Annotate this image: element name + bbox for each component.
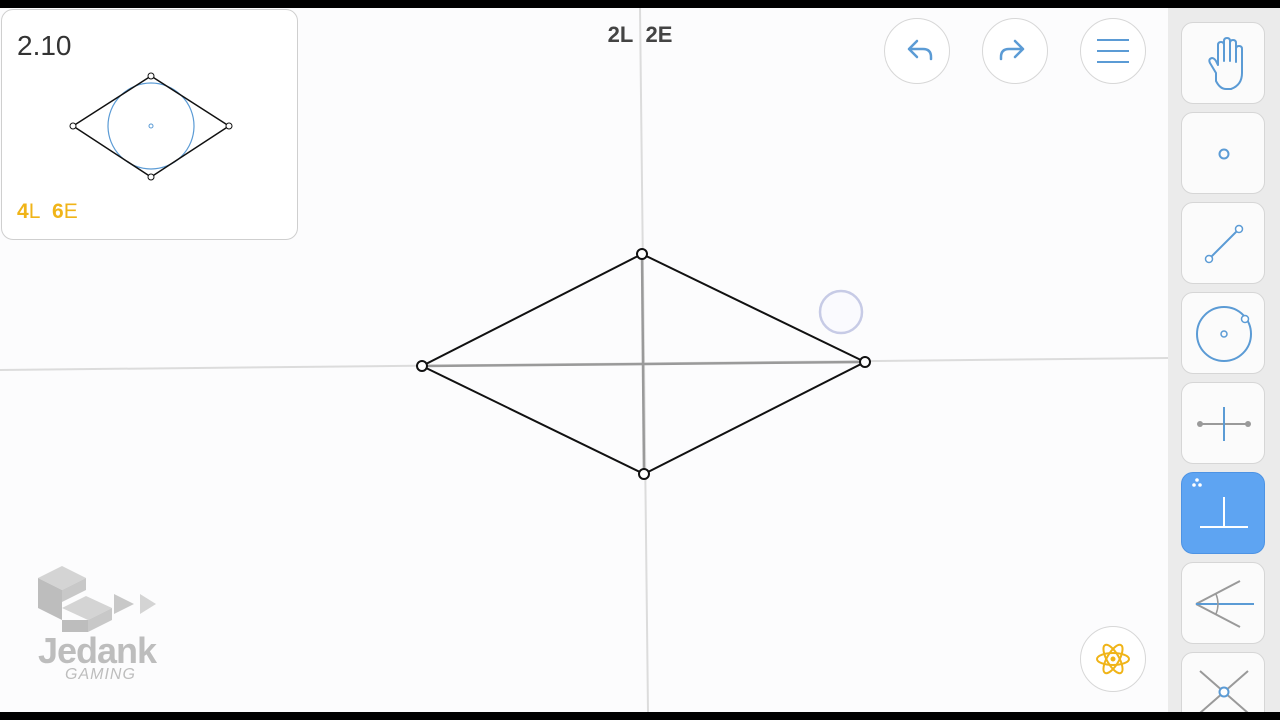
tool-circle[interactable] xyxy=(1181,292,1265,374)
line-icon xyxy=(1204,224,1244,264)
goal-elements-count: 6 xyxy=(52,200,64,223)
tool-perpendicular[interactable] xyxy=(1181,472,1265,554)
menu-button[interactable] xyxy=(1080,18,1146,84)
menu-icon xyxy=(1097,39,1129,63)
tool-line[interactable] xyxy=(1181,202,1265,284)
intersection-icon xyxy=(1199,670,1249,712)
game-screen: 2.10 4L 6E 2L 2E Jedank GAMING xyxy=(0,8,1280,712)
current-lines: 2L xyxy=(607,22,634,47)
tool-angle-bisector[interactable] xyxy=(1181,562,1265,644)
current-elements: 2E xyxy=(645,22,673,47)
vertex-point-right[interactable] xyxy=(859,356,871,368)
point-icon xyxy=(1218,148,1230,160)
angle-bisector-icon xyxy=(1195,580,1254,628)
vertex-point-top[interactable] xyxy=(636,248,648,260)
circle-icon xyxy=(1196,306,1252,362)
tool-bar xyxy=(1168,8,1280,712)
redo-icon xyxy=(999,39,1025,61)
goal-score: 4L 6E xyxy=(17,200,78,224)
redo-button[interactable] xyxy=(982,18,1048,84)
undo-button[interactable] xyxy=(884,18,950,84)
perpendicular-icon xyxy=(1192,478,1248,528)
goal-elements-unit: E xyxy=(63,200,78,223)
goal-lines-count: 4 xyxy=(17,200,29,223)
current-score: 2L 2E xyxy=(600,22,680,48)
hand-icon xyxy=(1208,37,1243,90)
hint-button[interactable] xyxy=(1080,626,1146,692)
tool-perpendicular-bisector[interactable] xyxy=(1181,382,1265,464)
tool-intersection[interactable] xyxy=(1181,652,1265,712)
undo-icon xyxy=(907,39,933,61)
goal-vertex-top xyxy=(147,72,155,80)
goal-lines-unit: L xyxy=(28,200,41,223)
watermark-subtitle: GAMING xyxy=(65,666,136,683)
vertex-point-bottom[interactable] xyxy=(638,468,650,480)
goal-center-point xyxy=(148,123,154,129)
goal-vertex-right xyxy=(225,122,233,130)
touch-cursor xyxy=(818,289,864,335)
tool-move[interactable] xyxy=(1181,22,1265,104)
hint-atom-icon xyxy=(1096,643,1130,675)
tool-point[interactable] xyxy=(1181,112,1265,194)
goal-vertex-bottom xyxy=(147,173,155,181)
vertex-point-left[interactable] xyxy=(416,360,428,372)
goal-vertex-left xyxy=(69,122,77,130)
goal-card[interactable]: 2.10 4L 6E xyxy=(1,9,298,240)
perpendicular-bisector-icon xyxy=(1197,407,1251,441)
